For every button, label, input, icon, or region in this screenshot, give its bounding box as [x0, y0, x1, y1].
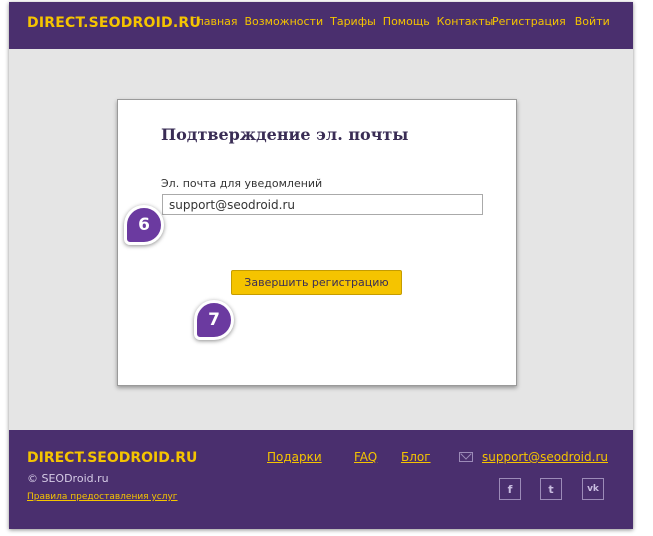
footer-terms-link[interactable]: Правила предоставления услуг [27, 492, 178, 502]
browser-page: DIRECT.SEODROID.RU Главная Возможности Т… [9, 2, 633, 529]
site-footer: DIRECT.SEODROID.RU © SEODroid.ru Правила… [9, 430, 633, 529]
twitter-icon[interactable]: t [540, 478, 562, 500]
footer-link-faq[interactable]: FAQ [354, 450, 377, 464]
nav-pricing[interactable]: Тарифы [330, 15, 376, 28]
nav-home[interactable]: Главная [190, 15, 238, 28]
main-nav: Главная Возможности Тарифы Помощь Контак… [190, 15, 493, 28]
facebook-icon[interactable]: f [499, 478, 521, 500]
mail-icon [459, 452, 473, 462]
page-title: Подтверждение эл. почты [161, 125, 409, 144]
nav-register[interactable]: Регистрация [492, 15, 566, 28]
footer-logo[interactable]: DIRECT.SEODROID.RU [27, 450, 197, 466]
footer-email-link[interactable]: support@seodroid.ru [482, 450, 608, 464]
footer-link-gifts[interactable]: Подарки [267, 450, 322, 464]
email-field[interactable] [162, 194, 483, 215]
footer-link-blog[interactable]: Блог [401, 450, 431, 464]
vk-icon[interactable]: vk [582, 478, 604, 500]
finish-registration-button[interactable]: Завершить регистрацию [231, 270, 402, 295]
auth-nav: Регистрация Войти [492, 15, 610, 28]
footer-copyright: © SEODroid.ru [27, 472, 109, 485]
nav-help[interactable]: Помощь [383, 15, 430, 28]
nav-contacts[interactable]: Контакты [437, 15, 494, 28]
site-header: DIRECT.SEODROID.RU Главная Возможности Т… [9, 2, 633, 49]
nav-features[interactable]: Возможности [245, 15, 324, 28]
site-logo[interactable]: DIRECT.SEODROID.RU [27, 15, 201, 31]
nav-login[interactable]: Войти [575, 15, 610, 28]
email-confirmation-card: Подтверждение эл. почты Эл. почта для ув… [117, 99, 517, 386]
step-badge-7: 7 [194, 300, 234, 340]
email-field-label: Эл. почта для уведомлений [161, 177, 323, 190]
step-badge-6: 6 [124, 205, 164, 245]
